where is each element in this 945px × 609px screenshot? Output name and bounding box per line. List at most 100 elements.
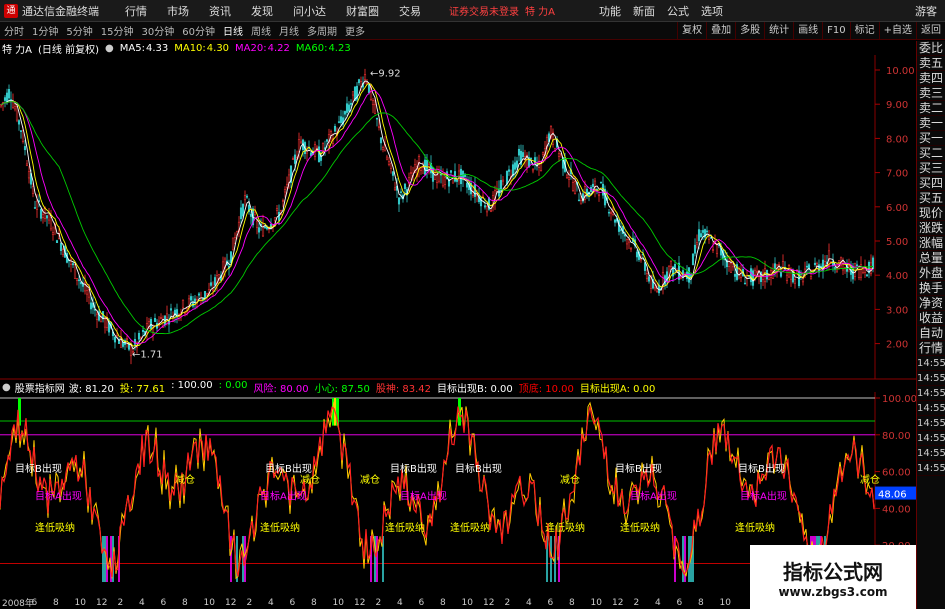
sidebar-item[interactable]: 买五 — [917, 191, 945, 206]
sidebar-item[interactable]: 买二 — [917, 146, 945, 161]
menu-markets[interactable]: 市场 — [157, 3, 199, 19]
menu-function[interactable]: 功能 — [593, 3, 627, 19]
price-label: 10.00 — [886, 66, 915, 77]
sidebar-item[interactable]: 涨跌 — [917, 221, 945, 236]
candle-body — [197, 293, 201, 296]
menu-ask[interactable]: 问小达 — [283, 3, 336, 19]
candle-body — [203, 291, 207, 299]
sidebar-item[interactable]: 卖一 — [917, 116, 945, 131]
menu-market[interactable]: 行情 — [115, 3, 157, 19]
indicator-value: 波: 81.20 — [68, 383, 114, 395]
time-tick: 2 — [504, 597, 511, 608]
menu-news[interactable]: 资讯 — [199, 3, 241, 19]
time-tick: 6 — [547, 597, 554, 608]
period-daily[interactable]: 日线 — [219, 23, 247, 38]
sidebar-item[interactable]: 总量 — [917, 251, 945, 266]
candle-body — [83, 282, 87, 292]
ma60-value: 4.23 — [328, 42, 351, 54]
candle-body — [71, 263, 75, 266]
tool-mark[interactable]: 标记 — [849, 22, 879, 40]
sidebar-item[interactable]: 涨幅 — [917, 236, 945, 251]
sidebar-item[interactable]: 14:55 — [917, 416, 945, 431]
candle-body — [449, 170, 453, 173]
sidebar-item[interactable]: 卖五 — [917, 56, 945, 71]
sidebar-item[interactable]: 净资 — [917, 296, 945, 311]
ma-toggle-icon[interactable]: ● — [105, 43, 114, 54]
candle-body — [673, 263, 677, 269]
period-30min[interactable]: 30分钟 — [137, 23, 178, 38]
candle-body — [19, 130, 23, 132]
period-1min[interactable]: 1分钟 — [28, 23, 62, 38]
menu-formula[interactable]: 公式 — [661, 3, 695, 19]
sidebar-item[interactable]: 买四 — [917, 176, 945, 191]
tool-multi-stock[interactable]: 多股 — [735, 22, 764, 40]
login-status[interactable]: 证券交易未登录 — [449, 3, 519, 18]
tool-stats[interactable]: 统计 — [764, 22, 793, 40]
menu-wealth[interactable]: 财富圈 — [336, 3, 389, 19]
ind-signal-label: 目标B出现 — [15, 462, 62, 475]
candle-body — [25, 163, 29, 166]
sidebar-item[interactable]: 14:55 — [917, 356, 945, 371]
candle-body — [253, 211, 257, 216]
sidebar-item[interactable]: 行情 — [917, 341, 945, 356]
sidebar-item[interactable]: 14:55 — [917, 446, 945, 461]
sidebar-item[interactable]: 买一 — [917, 131, 945, 146]
time-tick: 12 — [354, 597, 366, 608]
sidebar-item[interactable]: 卖二 — [917, 101, 945, 116]
candle-body — [517, 148, 521, 156]
menu-new-page[interactable]: 新面 — [627, 3, 661, 19]
sidebar-item[interactable]: 14:55 — [917, 461, 945, 476]
sidebar-item[interactable]: 14:55 — [917, 401, 945, 416]
period-5min[interactable]: 5分钟 — [62, 23, 96, 38]
signal-bar — [682, 536, 684, 582]
sidebar-item[interactable]: 自动 — [917, 326, 945, 341]
period-weekly[interactable]: 周线 — [247, 23, 275, 38]
candle-body — [425, 159, 429, 171]
menu-options[interactable]: 选项 — [695, 3, 729, 19]
sidebar-item[interactable]: 14:55 — [917, 386, 945, 401]
tool-draw[interactable]: 画线 — [793, 22, 822, 40]
tool-add-watchlist[interactable]: +自选 — [878, 22, 916, 40]
candle-body — [515, 160, 519, 168]
candle-body — [573, 181, 577, 194]
tool-adjust[interactable]: 复权 — [677, 22, 706, 40]
sidebar-item[interactable]: 换手 — [917, 281, 945, 296]
candle-body — [153, 318, 157, 322]
candle-body — [381, 147, 385, 150]
candle-body — [489, 210, 493, 212]
period-monthly[interactable]: 月线 — [275, 23, 303, 38]
tool-back[interactable]: 返回 — [916, 22, 945, 40]
period-multi[interactable]: 多周期 — [303, 23, 341, 38]
candle-body — [339, 116, 343, 123]
sidebar-item[interactable]: 收益 — [917, 311, 945, 326]
candle-body — [847, 265, 851, 267]
high-annotation: ←9.92 — [370, 69, 401, 80]
sidebar-item[interactable]: 卖三 — [917, 86, 945, 101]
candle-body — [705, 230, 709, 233]
candle-body — [597, 194, 601, 197]
candle-body — [763, 268, 767, 283]
sidebar-item[interactable]: 14:55 — [917, 371, 945, 386]
period-60min[interactable]: 60分钟 — [178, 23, 219, 38]
candle-body — [137, 332, 141, 340]
candle-body — [441, 174, 445, 187]
period-more[interactable]: 更多 — [341, 23, 369, 38]
candle-body — [31, 186, 35, 194]
candle-body — [809, 276, 813, 280]
indicator-toggle-icon[interactable]: ● — [2, 382, 11, 393]
period-15min[interactable]: 15分钟 — [97, 23, 138, 38]
menu-trade[interactable]: 交易 — [389, 3, 431, 19]
guest-button[interactable]: 游客 — [907, 3, 945, 19]
sidebar-item[interactable]: 现价 — [917, 206, 945, 221]
kline-chart[interactable]: 10.00 9.00 8.00 7.00 6.00 5.00 4.00 3.00 2.00 ←9… — [0, 41, 916, 596]
sidebar-item[interactable]: 买三 — [917, 161, 945, 176]
tool-f10[interactable]: F10 — [822, 22, 849, 40]
sidebar-item[interactable]: 14:55 — [917, 431, 945, 446]
tool-overlay[interactable]: 叠加 — [706, 22, 735, 40]
sidebar-item[interactable]: 外盘 — [917, 266, 945, 281]
price-label: 2.00 — [886, 340, 908, 351]
sidebar-item[interactable]: 卖四 — [917, 71, 945, 86]
period-intraday[interactable]: 分时 — [0, 23, 28, 38]
sidebar-item[interactable]: 委比 — [917, 41, 945, 56]
menu-discover[interactable]: 发现 — [241, 3, 283, 19]
